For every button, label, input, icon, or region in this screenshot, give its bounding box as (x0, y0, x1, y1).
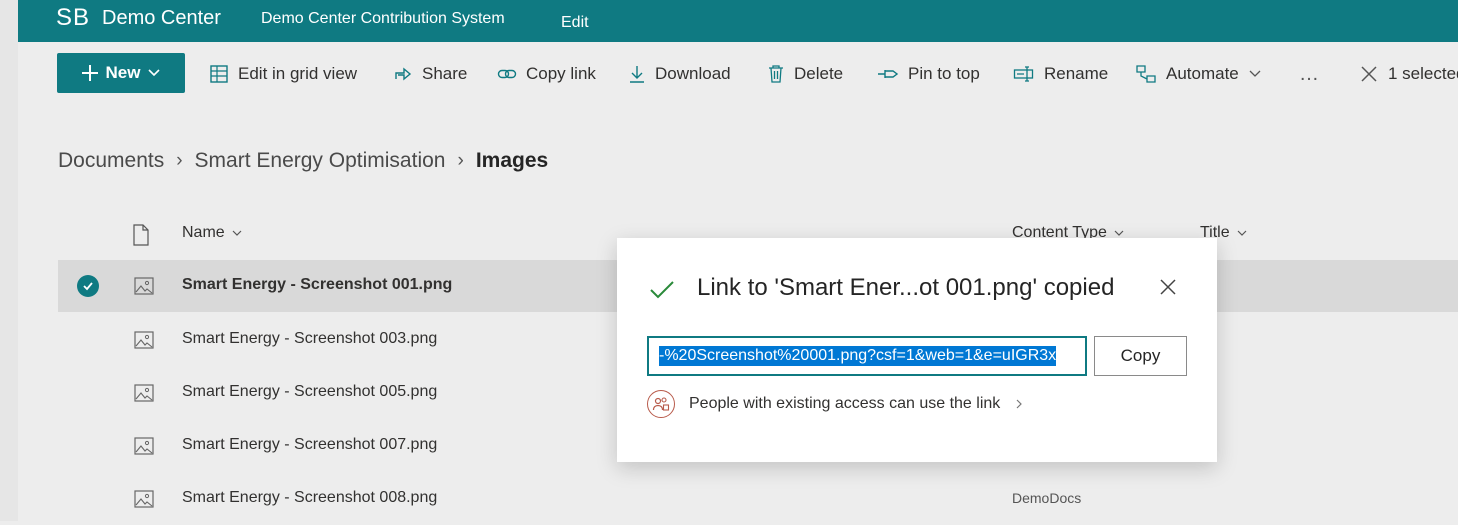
people-access-icon (647, 390, 675, 418)
copy-link-label: Copy link (526, 64, 596, 83)
delete-button[interactable]: Delete (767, 61, 843, 87)
image-file-icon (134, 437, 154, 455)
download-button[interactable]: Download (628, 61, 731, 87)
chevron-right-icon (1016, 399, 1023, 409)
copy-button[interactable]: Copy (1094, 336, 1187, 376)
column-header-name[interactable]: Name (182, 224, 243, 242)
file-name[interactable]: Smart Energy - Screenshot 001.png (182, 276, 452, 294)
image-file-icon (134, 384, 154, 402)
rename-button[interactable]: Rename (1013, 61, 1108, 87)
command-bar: New Edit in grid view Share Copy link Do… (18, 42, 1458, 106)
file-name[interactable]: Smart Energy - Screenshot 007.png (182, 436, 437, 454)
checkmark-icon (650, 281, 674, 299)
pin-icon (878, 70, 899, 78)
image-file-icon (134, 490, 154, 508)
plus-icon (81, 65, 98, 81)
share-label: Share (422, 64, 468, 83)
site-logo[interactable]: SB (56, 4, 90, 32)
access-description: People with existing access can use the … (689, 395, 1001, 412)
edit-grid-view-label: Edit in grid view (238, 64, 358, 83)
link-settings-button[interactable]: People with existing access can use the … (647, 390, 1024, 418)
breadcrumb-images: Images (475, 149, 549, 172)
download-icon (630, 66, 644, 83)
file-type-column-header[interactable] (132, 224, 150, 246)
delete-label: Delete (794, 64, 844, 83)
selected-count-label: 1 selected (1388, 64, 1458, 83)
trash-icon (769, 65, 783, 83)
link-url-text: -%20Screenshot%20001.png?csf=1&web=1&e=u… (659, 346, 1057, 366)
image-file-icon (134, 331, 154, 349)
link-copied-dialog: Link to 'Smart Ener...ot 001.png' copied… (617, 238, 1217, 462)
close-icon[interactable] (1159, 278, 1177, 296)
left-edge-strip (0, 0, 18, 521)
share-icon (395, 67, 412, 81)
column-header-name-label: Name (182, 224, 225, 241)
flow-icon (1136, 65, 1156, 83)
grid-icon (210, 65, 228, 83)
more-options-button[interactable]: … (1299, 61, 1319, 87)
copy-button-label: Copy (1120, 346, 1161, 365)
document-icon (133, 224, 149, 246)
pin-to-top-label: Pin to top (908, 64, 980, 83)
table-row[interactable]: Smart Energy - Screenshot 008.png DemoDo… (58, 473, 1458, 525)
more-options-icon: … (1299, 62, 1319, 85)
rename-label: Rename (1044, 64, 1109, 83)
row-selected-checkmark-icon[interactable] (77, 275, 99, 297)
chevron-down-icon (1249, 70, 1261, 77)
site-title[interactable]: Demo Center (102, 7, 221, 30)
chevron-right-icon: › (457, 150, 464, 171)
file-name[interactable]: Smart Energy - Screenshot 005.png (182, 383, 437, 401)
link-url-input[interactable]: -%20Screenshot%20001.png?csf=1&web=1&e=u… (647, 336, 1087, 376)
copy-link-button[interactable]: Copy link (497, 61, 596, 87)
share-button[interactable]: Share (393, 61, 467, 87)
nav-link-contribution-system[interactable]: Demo Center Contribution System (261, 10, 505, 28)
suite-header: SB Demo Center Demo Center Contribution … (18, 0, 1458, 42)
clear-selection-button[interactable]: 1 selected (1359, 61, 1458, 87)
breadcrumb-documents[interactable]: Documents (58, 149, 164, 173)
breadcrumb: Documents › Smart Energy Optimisation › … (58, 149, 548, 173)
new-button-label: New (105, 63, 141, 82)
chevron-down-icon (148, 69, 161, 77)
image-file-icon (134, 277, 154, 295)
edit-grid-view-button[interactable]: Edit in grid view (209, 61, 357, 87)
new-button[interactable]: New (57, 53, 185, 93)
link-icon (497, 69, 517, 79)
automate-label: Automate (1166, 64, 1239, 83)
dialog-title: Link to 'Smart Ener...ot 001.png' copied (697, 274, 1115, 301)
file-name[interactable]: Smart Energy - Screenshot 003.png (182, 330, 437, 348)
file-name[interactable]: Smart Energy - Screenshot 008.png (182, 489, 437, 507)
rename-icon (1013, 66, 1034, 82)
chevron-down-icon (1237, 230, 1247, 236)
chevron-right-icon: › (176, 150, 183, 171)
nav-link-edit[interactable]: Edit (561, 14, 589, 32)
chevron-down-icon (232, 230, 242, 236)
automate-button[interactable]: Automate (1135, 61, 1262, 87)
breadcrumb-smart-energy[interactable]: Smart Energy Optimisation (195, 149, 446, 173)
download-label: Download (655, 64, 731, 83)
pin-to-top-button[interactable]: Pin to top (877, 61, 980, 87)
content-type: DemoDocs (1012, 490, 1082, 506)
close-icon (1361, 66, 1377, 82)
